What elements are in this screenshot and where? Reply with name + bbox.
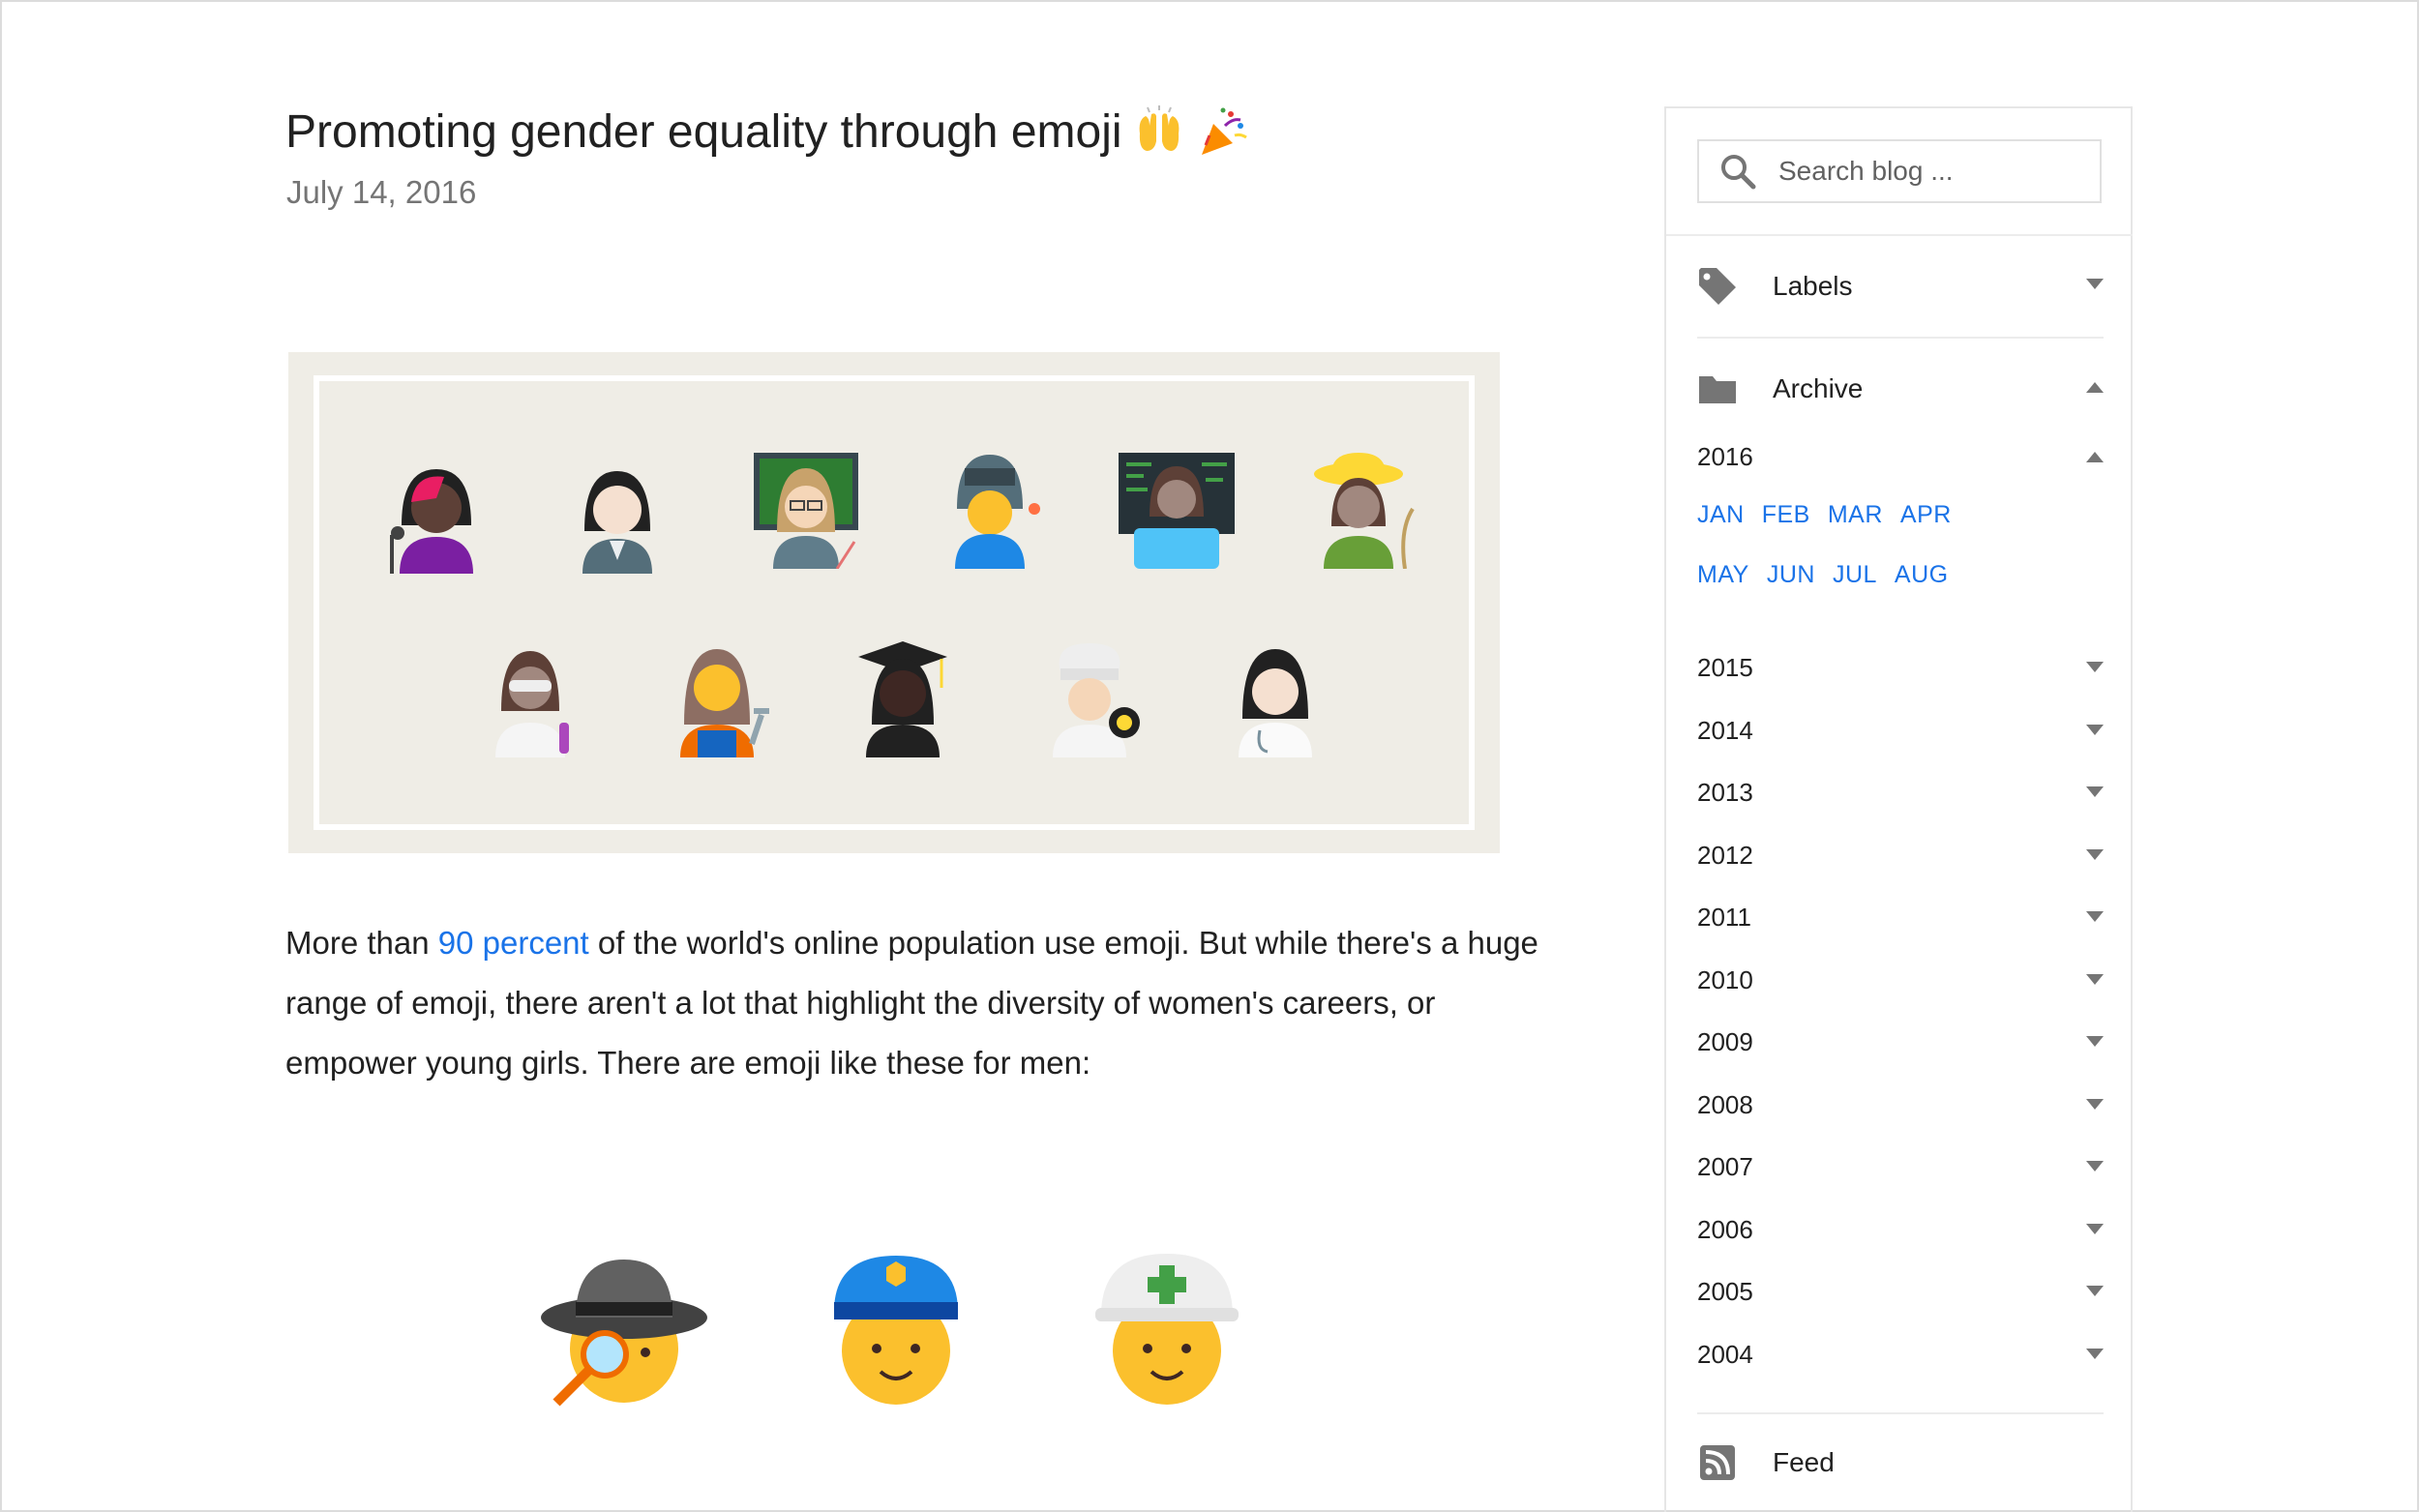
post-date: July 14, 2016	[286, 174, 477, 210]
year-label: 2010	[1697, 964, 1753, 994]
archive-year-2012[interactable]: 2012	[1697, 836, 2104, 875]
month-list-row-1: JAN FEB MAR APR	[1697, 501, 1952, 529]
chevron-down-icon[interactable]	[2086, 786, 2104, 798]
chevron-down-icon[interactable]	[2086, 1286, 2104, 1297]
chevron-down-icon[interactable]	[2086, 1161, 2104, 1172]
year-label: 2016	[1697, 441, 1753, 471]
hero-frame	[314, 375, 1475, 830]
chevron-down-icon[interactable]	[2086, 662, 2104, 673]
woman-teacher-icon	[754, 453, 858, 569]
month-link-jun[interactable]: JUN	[1767, 561, 1815, 589]
year-label: 2006	[1697, 1214, 1753, 1244]
raising-hands-icon	[1139, 105, 1179, 151]
search-input[interactable]	[1778, 156, 2088, 187]
woman-scientist-icon	[495, 651, 569, 757]
archive-year-2011[interactable]: 2011	[1697, 898, 2104, 936]
year-label: 2014	[1697, 715, 1753, 745]
archive-year-2009[interactable]: 2009	[1697, 1023, 2104, 1061]
year-label: 2007	[1697, 1151, 1753, 1181]
woman-doctor-icon	[1239, 649, 1312, 757]
month-link-jan[interactable]: JAN	[1697, 501, 1745, 529]
chevron-down-icon[interactable]	[2086, 911, 2104, 923]
month-list-row-2: MAY JUN JUL AUG	[1697, 561, 1949, 589]
woman-singer-icon	[390, 469, 473, 574]
chevron-up-icon[interactable]	[2086, 451, 2104, 462]
chevron-down-icon[interactable]	[2086, 1349, 2104, 1360]
labels-toggle[interactable]: Labels	[1697, 257, 2104, 315]
post-title-text: Promoting gender equality through emoji	[285, 105, 1122, 158]
chevron-down-icon[interactable]	[2086, 1036, 2104, 1048]
month-link-jul[interactable]: JUL	[1833, 561, 1877, 589]
month-link-apr[interactable]: APR	[1900, 501, 1952, 529]
woman-mechanic-icon	[680, 649, 769, 757]
woman-farmer-icon	[1314, 453, 1415, 569]
labels-label: Labels	[1773, 271, 1853, 301]
party-popper-icon	[1201, 107, 1247, 155]
sidebar-divider	[1697, 337, 2104, 339]
chevron-up-icon[interactable]	[2086, 381, 2104, 393]
search-box[interactable]	[1697, 139, 2102, 203]
chevron-down-icon[interactable]	[2086, 279, 2104, 290]
archive-year-2008[interactable]: 2008	[1697, 1085, 2104, 1124]
police-officer-icon	[834, 1256, 958, 1405]
archive-year-2004[interactable]: 2004	[1697, 1335, 2104, 1374]
woman-graduate-icon	[858, 641, 947, 757]
year-label: 2008	[1697, 1089, 1753, 1119]
archive-year-2016[interactable]: 2016	[1697, 437, 2104, 476]
year-label: 2009	[1697, 1026, 1753, 1056]
construction-worker-icon	[1095, 1254, 1239, 1405]
woman-welder-icon	[955, 455, 1040, 569]
chevron-down-icon[interactable]	[2086, 1099, 2104, 1111]
tag-icon	[1699, 268, 1736, 305]
chevron-down-icon[interactable]	[2086, 849, 2104, 861]
archive-year-2010[interactable]: 2010	[1697, 961, 2104, 999]
sidebar-divider	[1666, 234, 2133, 236]
sidebar-divider	[1697, 1412, 2104, 1414]
month-link-aug[interactable]: AUG	[1895, 561, 1949, 589]
chevron-down-icon[interactable]	[2086, 974, 2104, 986]
month-link-mar[interactable]: MAR	[1828, 501, 1883, 529]
woman-cook-icon	[1053, 643, 1140, 757]
year-label: 2012	[1697, 840, 1753, 870]
chevron-down-icon[interactable]	[2086, 1224, 2104, 1235]
rss-feed-icon	[1700, 1445, 1735, 1480]
year-label: 2011	[1697, 902, 1751, 932]
feed-link[interactable]: Feed	[1697, 1434, 2104, 1492]
month-link-may[interactable]: MAY	[1697, 561, 1749, 589]
year-label: 2004	[1697, 1339, 1753, 1369]
archive-toggle[interactable]: Archive	[1697, 360, 2104, 418]
archive-year-2006[interactable]: 2006	[1697, 1210, 2104, 1249]
feed-label: Feed	[1773, 1447, 1835, 1477]
hero-image	[288, 352, 1500, 853]
archive-year-2013[interactable]: 2013	[1697, 773, 2104, 812]
year-label: 2015	[1697, 652, 1753, 682]
archive-year-2007[interactable]: 2007	[1697, 1147, 2104, 1186]
sidebar: Labels Archive 2016 JAN FEB MAR APR MAY …	[1664, 106, 2133, 1512]
chevron-down-icon[interactable]	[2086, 725, 2104, 736]
search-icon[interactable]	[1718, 152, 1757, 191]
archive-year-2015[interactable]: 2015	[1697, 648, 2104, 687]
post-body: More than 90 percent of the world's onli…	[285, 913, 1543, 1093]
woman-office-worker-icon	[582, 471, 652, 574]
archive-year-2014[interactable]: 2014	[1697, 711, 2104, 750]
year-label: 2013	[1697, 777, 1753, 807]
post-title: Promoting gender equality through emoji	[285, 104, 1250, 159]
year-label: 2005	[1697, 1276, 1753, 1306]
woman-technologist-icon	[1119, 453, 1235, 569]
ninety-percent-link[interactable]: 90 percent	[438, 925, 589, 961]
detective-icon	[541, 1260, 707, 1407]
folder-icon	[1699, 376, 1736, 403]
post-body-text-start: More than	[285, 925, 438, 961]
month-link-feb[interactable]: FEB	[1762, 501, 1810, 529]
archive-label: Archive	[1773, 373, 1864, 403]
archive-year-2005[interactable]: 2005	[1697, 1272, 2104, 1311]
